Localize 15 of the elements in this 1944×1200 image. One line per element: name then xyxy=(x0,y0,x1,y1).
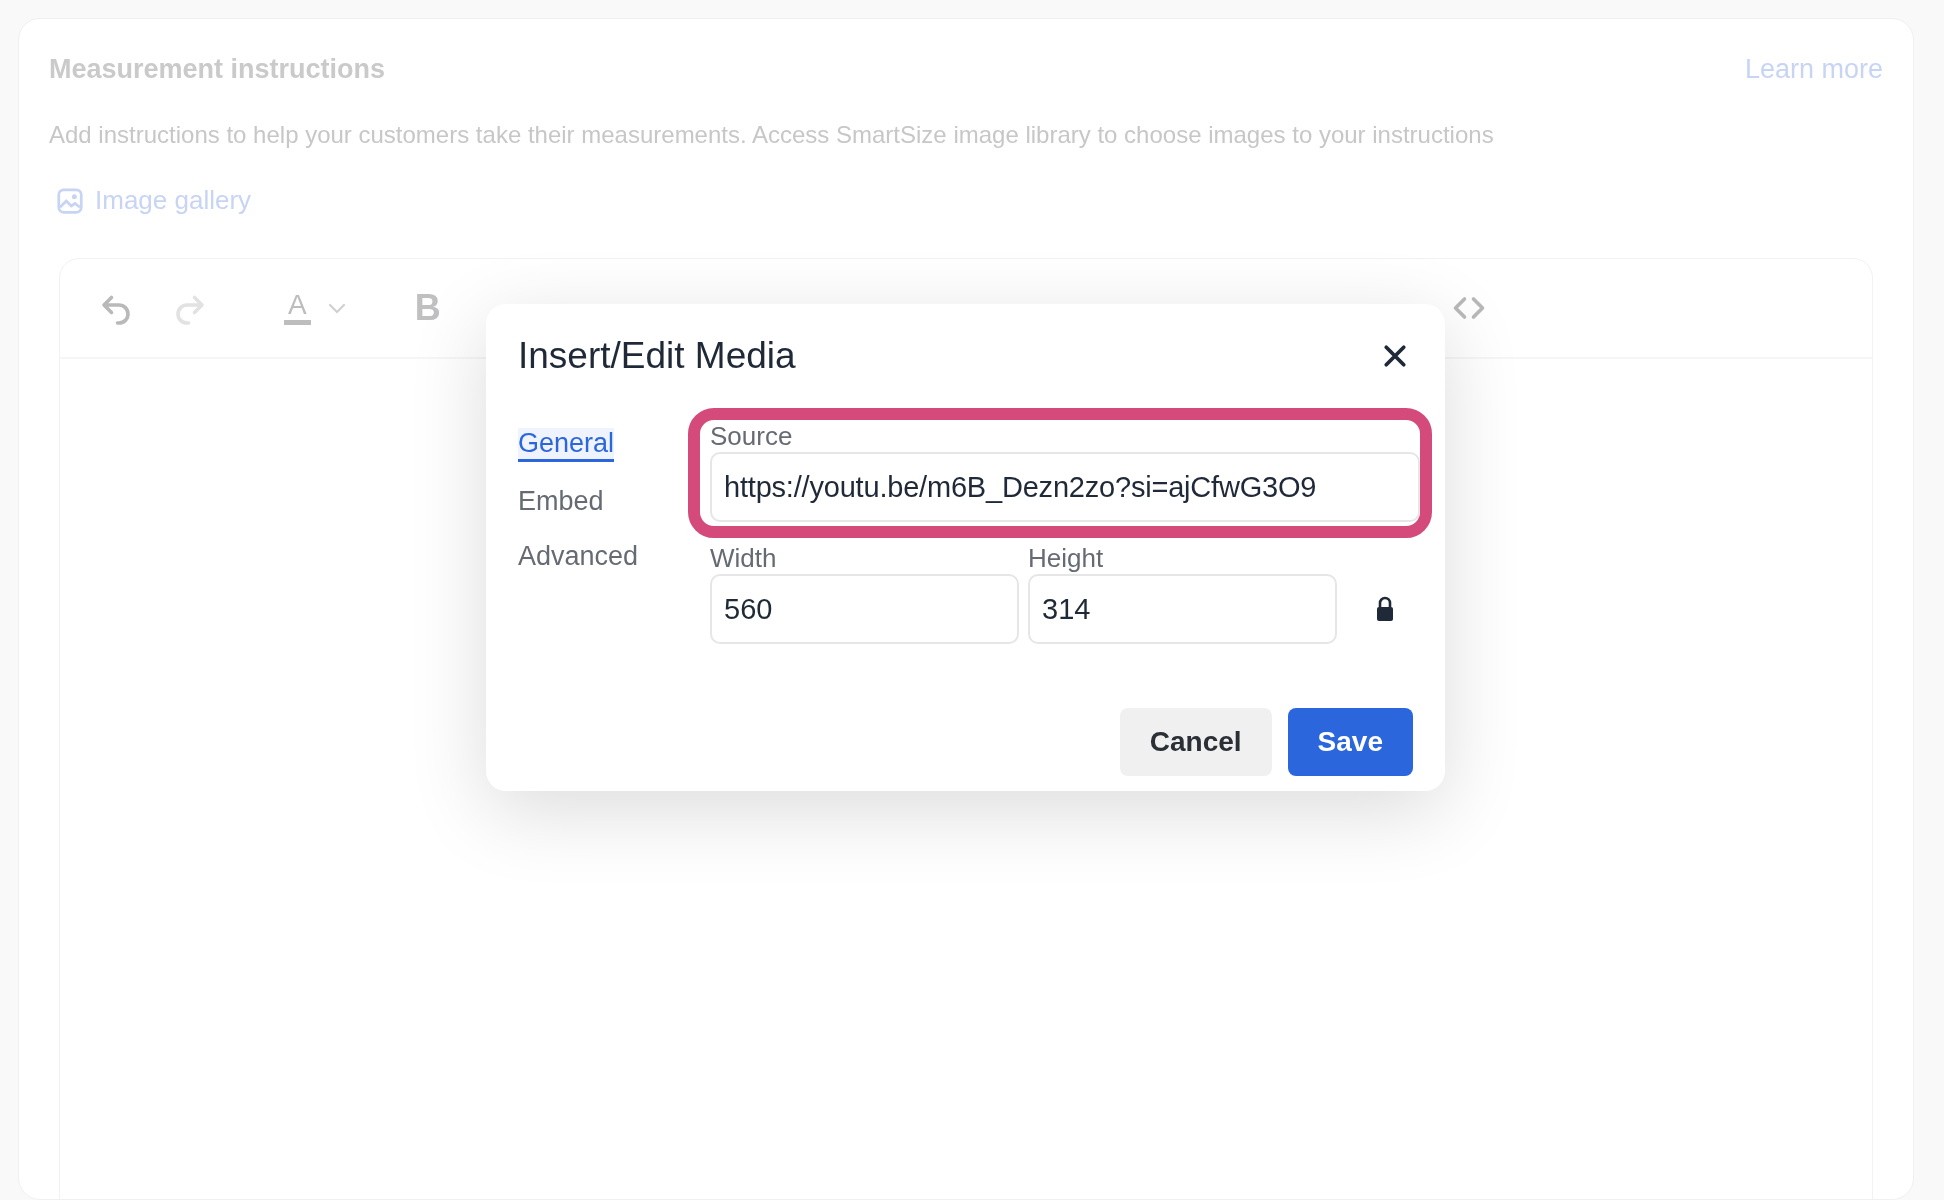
height-label: Height xyxy=(1028,542,1105,574)
width-label: Width xyxy=(710,542,778,574)
height-input[interactable]: 314 xyxy=(1028,574,1337,644)
width-input[interactable]: 560 xyxy=(710,574,1019,644)
dialog-tab[interactable]: Embed xyxy=(518,486,604,517)
lock-icon[interactable] xyxy=(1375,596,1395,622)
save-button[interactable]: Save xyxy=(1287,708,1413,776)
dialog-title: Insert/Edit Media xyxy=(518,335,796,377)
dialog-tab[interactable]: Advanced xyxy=(518,541,639,572)
description-text: Add instructions to help your customers take their measurements. Access SmartSize image library to choose images to your instructions xyxy=(49,120,1495,150)
dialog-tab[interactable]: General xyxy=(518,428,615,462)
image-icon xyxy=(55,185,85,216)
source-label: Source xyxy=(710,420,794,452)
cancel-button[interactable]: Cancel xyxy=(1119,708,1272,776)
source-input[interactable]: https://youtu.be/m6B_Dezn2zo?si=ajCfwG3O9 xyxy=(710,452,1420,522)
